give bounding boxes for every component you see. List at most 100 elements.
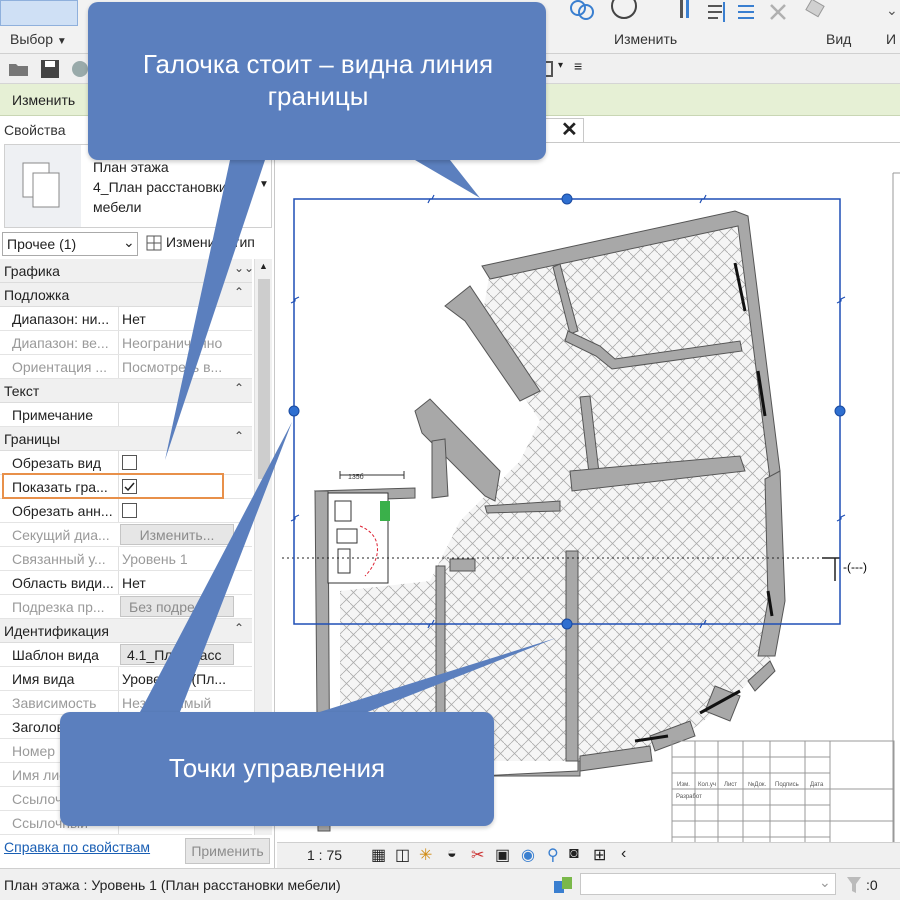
scrollbar-thumb[interactable] [258, 279, 270, 479]
modify-panel-label[interactable]: Изменить [614, 31, 677, 47]
prop-key: Диапазон: ни... [12, 311, 110, 327]
collapse-icon[interactable]: ⌃ [234, 429, 244, 443]
edit-type-icon [146, 235, 162, 251]
instance-filter-value: Прочее (1) [7, 236, 77, 252]
section-tag: -(---) [843, 560, 867, 574]
chevron-down-icon: ▼ [56, 36, 67, 47]
crop-annotation-checkbox[interactable] [122, 503, 137, 518]
prop-key: Подрезка пр... [12, 599, 105, 615]
crop-grip-right [834, 405, 846, 417]
scroll-up-icon[interactable]: ▲ [259, 261, 268, 271]
filter-icon[interactable] [846, 875, 862, 895]
callout-bottom: Точки управления [60, 712, 494, 826]
prop-value[interactable] [118, 403, 236, 426]
callout-bottom-text: Точки управления [168, 753, 386, 783]
group-graphics[interactable]: Графика ⌄⌄ [0, 259, 254, 283]
sync-icon[interactable] [70, 59, 90, 79]
crop-view-icon[interactable]: ✂ [471, 845, 484, 865]
type-name-line2: мебели [93, 199, 142, 215]
collapse-icon[interactable]: ⌃ [234, 621, 244, 635]
chevron-down-icon[interactable]: ⌄ [886, 2, 898, 19]
collapse-icon[interactable]: ⌃ [234, 285, 244, 299]
circle-icon[interactable] [608, 0, 638, 24]
row-crop-view[interactable]: Обрезать вид [0, 451, 252, 475]
row-range-top: Диапазон: ве... Неограниченно [0, 331, 252, 355]
open-icon[interactable] [8, 60, 30, 78]
camera-icon[interactable]: ◙ [569, 845, 579, 863]
row-view-name[interactable]: Имя вида Уровень 1 (Пл... [0, 667, 252, 691]
crop-grip-bottom [561, 618, 573, 630]
view-control-bar: 1 : 75 ▦ ◫ ✳ ◒ ✂ ▣ ◉ ⚲ ◙ ⊞ ‹ [277, 842, 900, 868]
chevron-down-icon: ⌄ [819, 874, 831, 890]
prop-value: Уровень 1 [118, 547, 236, 570]
pin-icon[interactable] [804, 0, 828, 24]
section-box-edit-button[interactable]: Изменить... [120, 524, 234, 545]
close-icon[interactable]: ✕ [561, 117, 578, 142]
delete-icon[interactable] [768, 2, 788, 22]
row-scope-box[interactable]: Область види... Нет [0, 571, 252, 595]
group-text[interactable]: Текст ⌃ [0, 379, 252, 403]
chevron-down-icon[interactable]: ▼ [259, 179, 269, 190]
row-view-template[interactable]: Шаблон вида 4.1_План расс [0, 643, 252, 667]
group-extents-label: Границы [4, 431, 60, 447]
select-panel-label[interactable]: Выбор ▼ [10, 31, 67, 47]
prop-value[interactable]: Нет [118, 571, 236, 594]
join-icon[interactable] [568, 0, 598, 24]
modify-context-label: Изменить [12, 92, 76, 108]
type-name-line1: 4_План расстановки [93, 179, 227, 195]
group-underlay[interactable]: Подложка ⌃ [0, 283, 252, 307]
shadows-icon[interactable]: ◒ [447, 845, 457, 863]
collapse-bar-icon[interactable]: ‹ [621, 845, 626, 863]
group-identity-label: Идентификация [4, 623, 109, 639]
temp-hide-icon[interactable]: ◉ [521, 845, 535, 865]
prop-key: Диапазон: ве... [12, 335, 109, 351]
constraints-icon[interactable]: ⊞ [593, 845, 606, 865]
prop-key: Обрезать анн... [12, 503, 113, 519]
view-template-button[interactable]: 4.1_План расс [120, 644, 234, 665]
status-bar: План этажа : Уровень 1 (План расстановки… [0, 868, 900, 900]
crop-view-checkbox[interactable] [122, 455, 137, 470]
customize-qat-icon[interactable]: ≡ [574, 58, 582, 74]
show-crop-icon[interactable]: ▣ [495, 845, 510, 865]
align-icon[interactable] [676, 0, 696, 24]
group-underlay-label: Подложка [4, 287, 70, 303]
dropdown-arrow-icon[interactable]: ▾ [558, 60, 563, 71]
crop-grip-left [288, 405, 300, 417]
mirror-icon[interactable] [736, 0, 758, 24]
prop-value[interactable]: Нет [118, 307, 236, 330]
view-scale[interactable]: 1 : 75 [307, 847, 342, 863]
collapse-icon[interactable]: ⌄⌄ [234, 261, 254, 275]
callout-top: Галочка стоит – видна линия границы [88, 2, 546, 160]
workset-dropdown[interactable]: ⌄ [580, 873, 836, 895]
group-extents[interactable]: Границы ⌃ [0, 427, 252, 451]
group-identity[interactable]: Идентификация ⌃ [0, 619, 252, 643]
offset-icon[interactable] [706, 0, 728, 24]
row-crop-annotation[interactable]: Обрезать анн... [0, 499, 252, 523]
apply-button[interactable]: Применить [185, 838, 270, 864]
view-panel-label[interactable]: Вид [826, 31, 851, 47]
instance-filter-dropdown[interactable]: Прочее (1) ⌄ [2, 232, 138, 256]
worksets-icon[interactable] [552, 875, 574, 895]
row-range-base[interactable]: Диапазон: ни... Нет [0, 307, 252, 331]
detail-level-icon[interactable]: ▦ [371, 845, 386, 865]
properties-help-link[interactable]: Справка по свойствам [4, 839, 150, 855]
depth-clip-button[interactable]: Без подре... [120, 596, 234, 617]
prop-key: Секущий диа... [12, 527, 110, 543]
group-graphics-label: Графика [4, 263, 60, 279]
trailing-panel-label[interactable]: И [886, 31, 896, 47]
prop-key: Имя вида [12, 671, 75, 687]
visual-style-icon[interactable]: ◫ [395, 845, 410, 865]
collapse-icon[interactable]: ⌃ [234, 381, 244, 395]
select-tool-button[interactable] [0, 0, 78, 26]
row-linked-level: Связанный у... Уровень 1 [0, 547, 252, 571]
save-icon[interactable] [40, 59, 60, 79]
edit-type-button[interactable]: Изменить тип [166, 234, 255, 250]
reveal-hidden-icon[interactable]: ⚲ [547, 845, 559, 865]
row-note[interactable]: Примечание [0, 403, 252, 427]
sun-path-icon[interactable]: ✳ [419, 845, 432, 865]
prop-key: Ориентация ... [12, 359, 108, 375]
tb-col: №Док. [748, 781, 767, 788]
prop-value[interactable]: Уровень 1 (Пл... [118, 667, 236, 690]
dimension-label: 135б [348, 473, 364, 481]
prop-key: Зависимость [12, 695, 97, 711]
